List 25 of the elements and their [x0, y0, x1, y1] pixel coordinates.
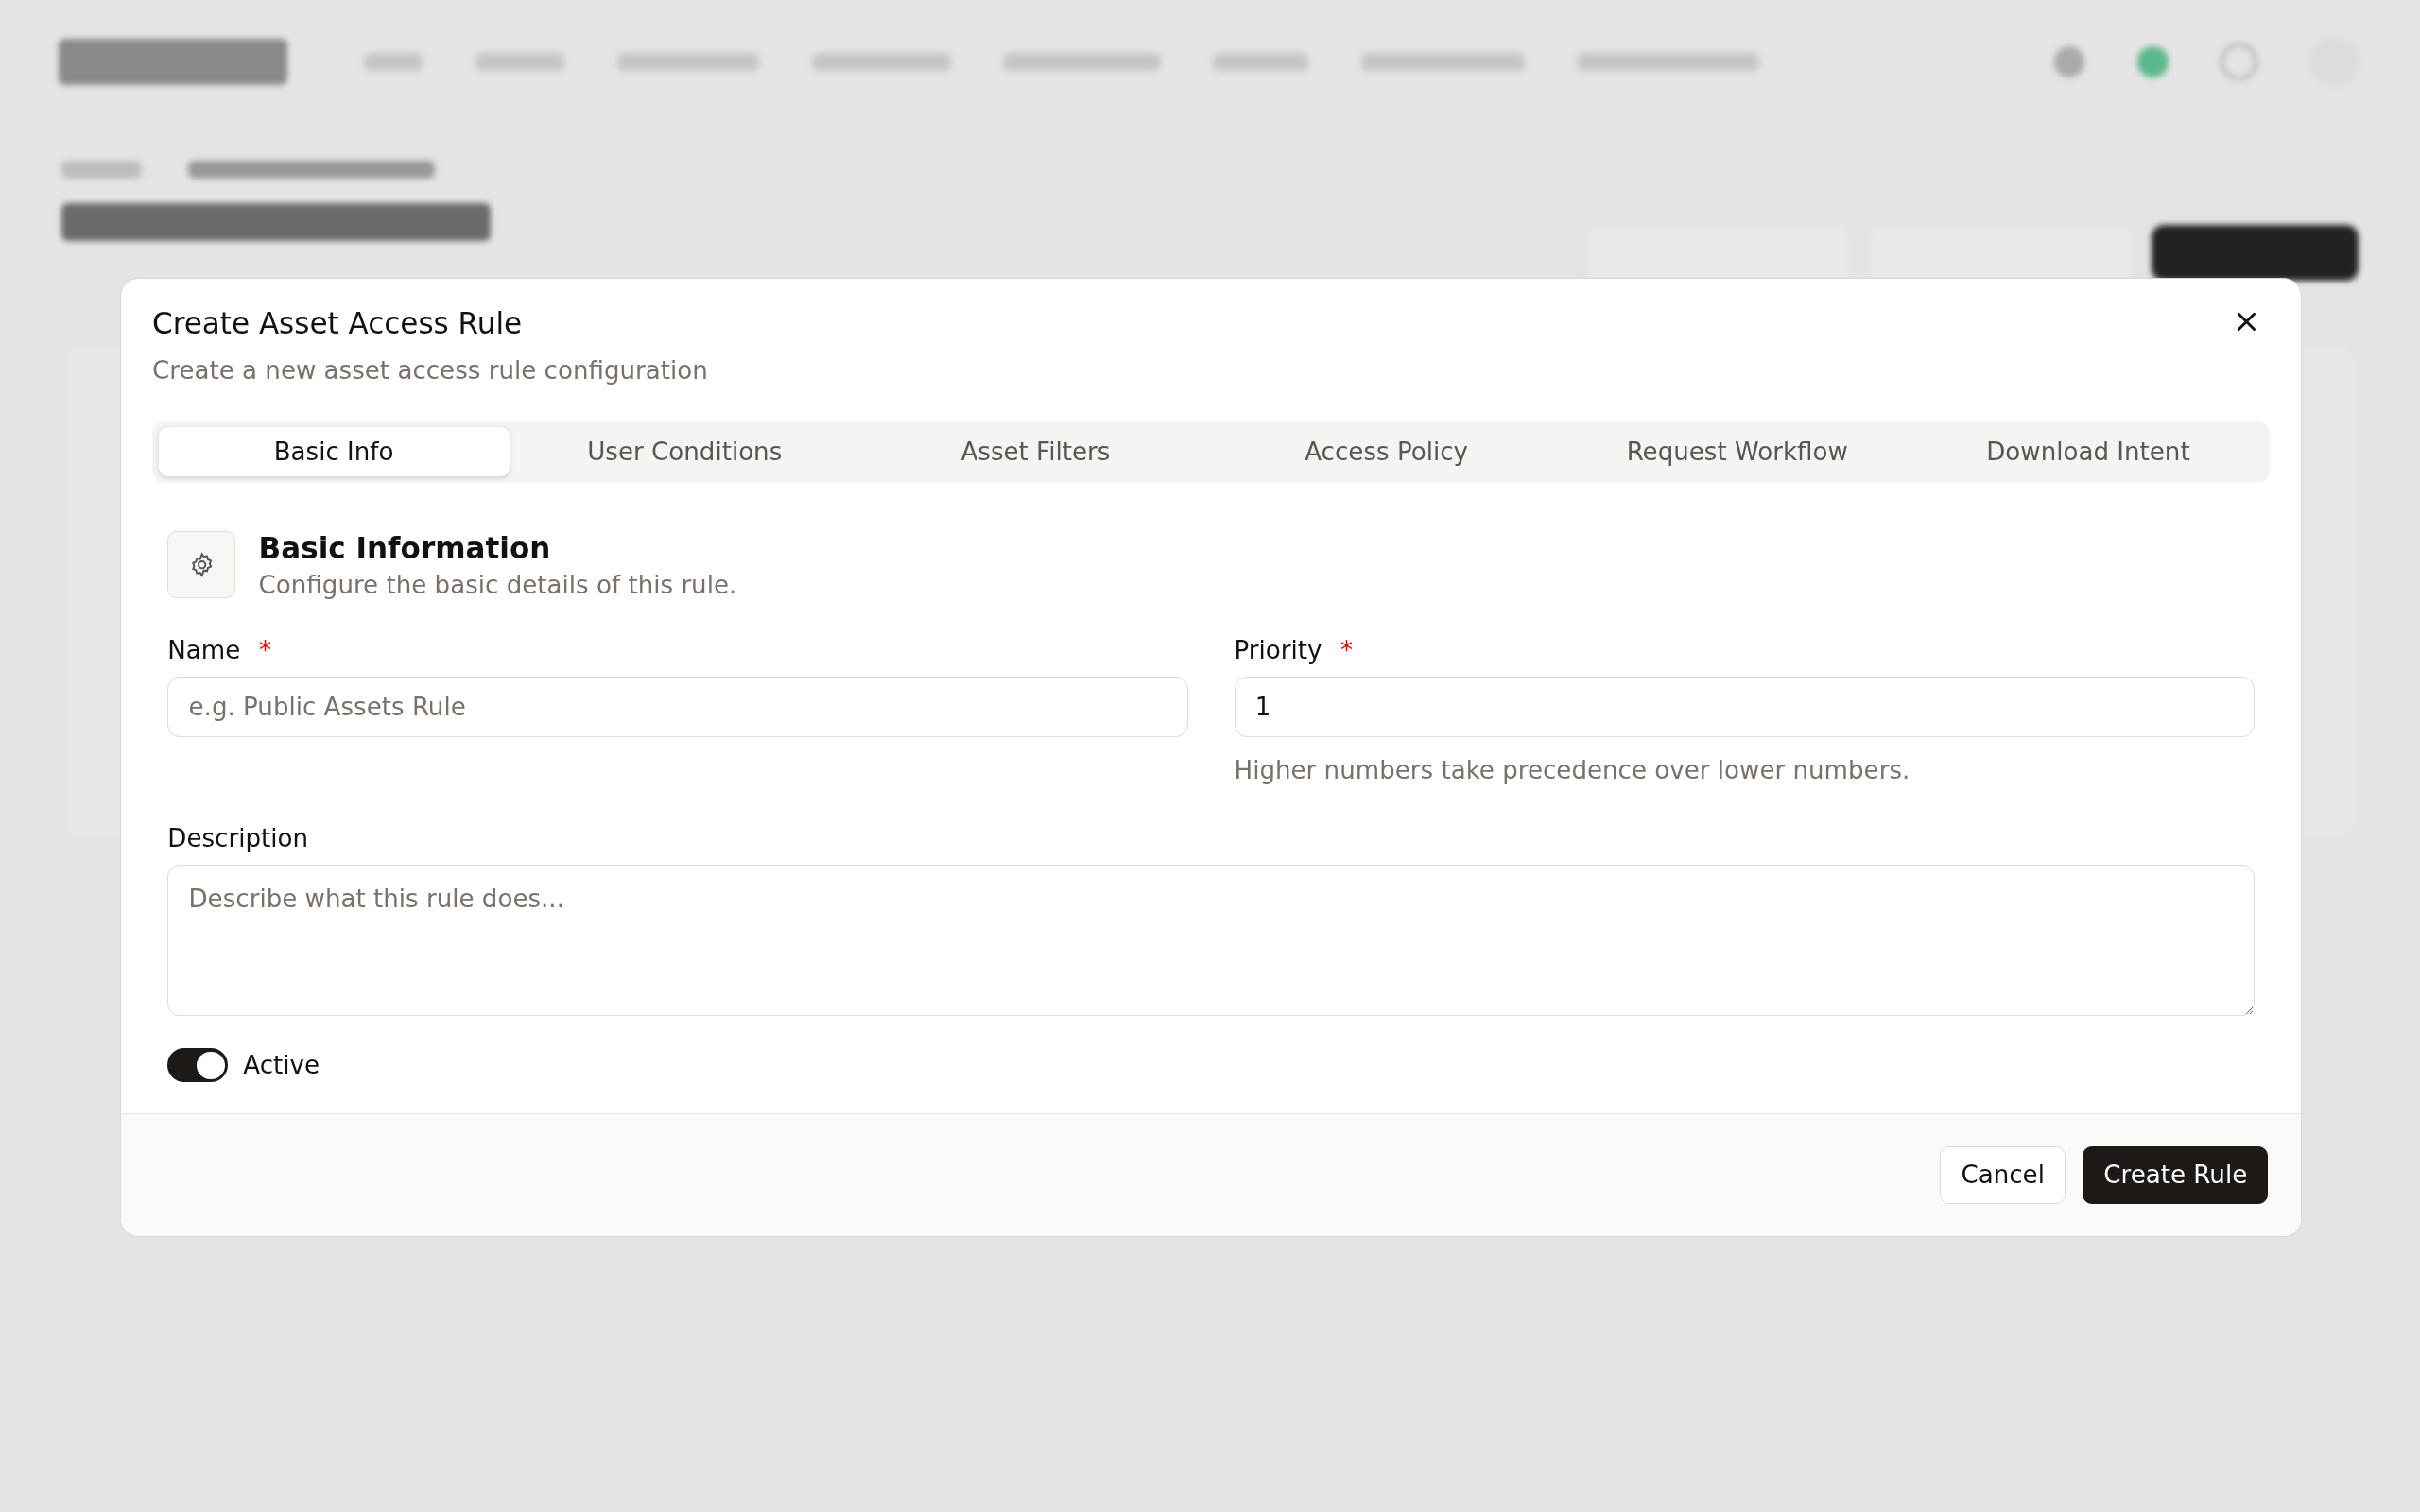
field-hint: Higher numbers take precedence over lower numbers.: [1234, 755, 1911, 784]
tab[interactable]: Access Policy: [1211, 427, 1563, 477]
tab[interactable]: Asset Filters: [859, 427, 1211, 477]
dialog-subtitle: Create a new asset access rule configuration: [152, 355, 708, 385]
cancel-button[interactable]: Cancel: [1940, 1146, 2066, 1204]
tab[interactable]: Basic Info: [158, 427, 510, 477]
priority-field[interactable]: 1: [1234, 677, 2255, 737]
section-subtitle: Configure the basic details of this rule.: [258, 571, 737, 600]
field-label: Name: [167, 636, 241, 665]
dialog-title: Create Asset Access Rule: [152, 306, 524, 341]
toggle-switch[interactable]: [167, 1048, 228, 1083]
create-button[interactable]: Create Rule: [2083, 1146, 2269, 1204]
name-field[interactable]: e.g. Public Assets Rule: [167, 677, 1188, 737]
tab[interactable]: Download Intent: [1912, 427, 2264, 477]
tab[interactable]: Request Workflow: [1562, 427, 1913, 477]
section-title: Basic Information: [258, 530, 552, 565]
required-mark: *: [258, 636, 271, 665]
tab[interactable]: User Conditions: [509, 427, 860, 477]
field-label: Priority: [1234, 636, 1322, 665]
required-mark: *: [1340, 636, 1354, 665]
toggle-label: Active: [243, 1051, 320, 1080]
description-field[interactable]: Describe what this rule does...: [167, 865, 2255, 1017]
settings-icon: [167, 530, 236, 599]
close-icon[interactable]: [2236, 311, 2257, 333]
field-label: Description: [167, 824, 308, 853]
